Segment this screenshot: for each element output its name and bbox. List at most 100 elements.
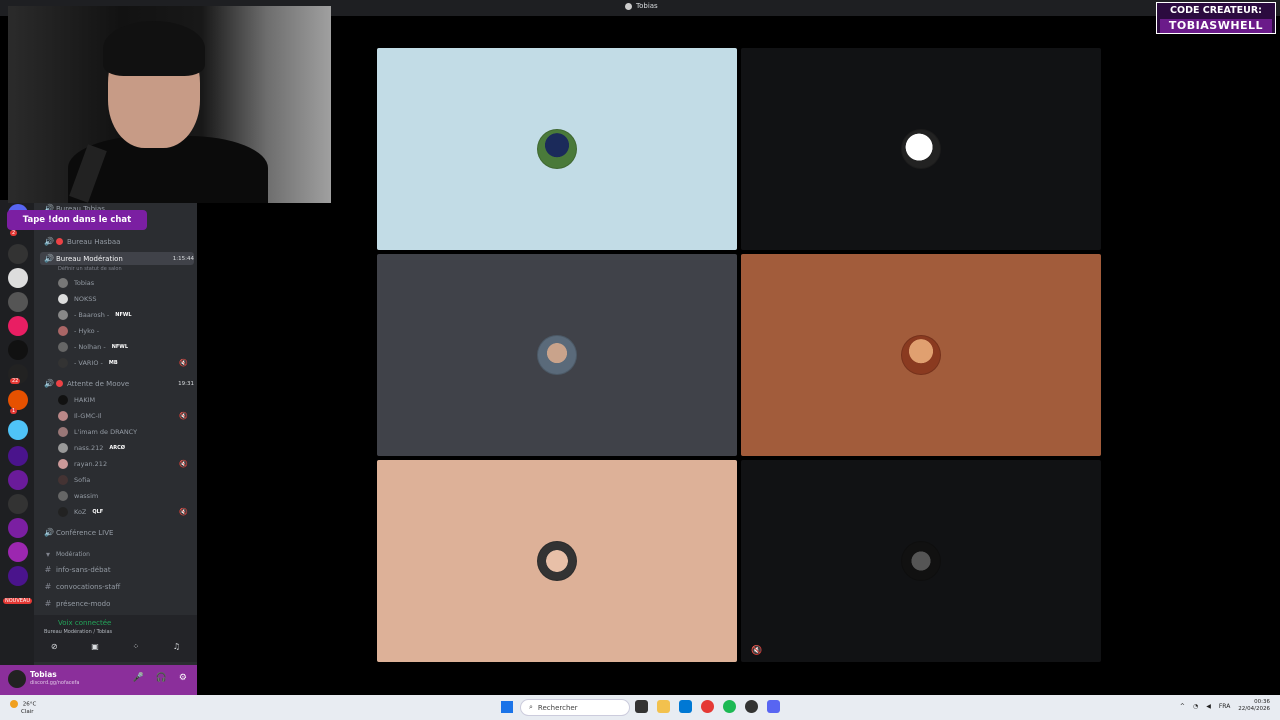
participant-tile[interactable] [377, 48, 737, 250]
muted-icon: 🔇 [751, 646, 763, 656]
server-badge: 2 [10, 230, 18, 236]
voice-user[interactable]: L'imam de DRANCY [58, 426, 188, 438]
server-icon[interactable] [8, 566, 28, 586]
voice-channel-bureau-moderation[interactable]: 🔊 Bureau Modération 1:15:44 [40, 252, 194, 265]
weather-temp: 26°C [22, 701, 37, 708]
start-button[interactable] [501, 701, 513, 713]
taskbar-search[interactable]: ⌕ Rechercher [520, 699, 630, 716]
muted-icon: 🔇 [179, 359, 188, 367]
voice-user[interactable]: rayan.212 🔇 [58, 458, 188, 470]
participant-tile[interactable] [741, 48, 1101, 250]
user-name: Tobias [74, 279, 95, 287]
obs-icon[interactable] [745, 700, 758, 713]
server-icon[interactable] [8, 494, 28, 514]
file-explorer-icon[interactable] [657, 700, 670, 713]
creator-code-line1: CODE CREATEUR: [1170, 5, 1262, 16]
spotify-icon[interactable] [723, 700, 736, 713]
voice-user[interactable]: - VARIO - MB 🔇 [58, 357, 188, 369]
server-icon[interactable] [8, 518, 28, 538]
user-name: - Baarosh - [74, 311, 110, 319]
clock[interactable]: 00:36 22/04/2026 [1238, 699, 1270, 713]
voice-user[interactable]: - Hyko - [58, 325, 188, 337]
user-tag: ARCØ [109, 445, 125, 451]
server-icon[interactable] [8, 292, 28, 312]
voice-user[interactable]: nass.212 ARCØ [58, 442, 188, 454]
participant-tile[interactable] [377, 254, 737, 456]
hash-icon: # [44, 582, 52, 591]
voice-user[interactable]: - Nolhan - NFWL [58, 341, 188, 353]
server-icon[interactable] [8, 340, 28, 360]
shield-icon: ▾ [45, 550, 50, 559]
headphones-icon[interactable]: 🎧 [156, 673, 167, 683]
channel-label: présence-modo [56, 599, 111, 608]
channel-label: Bureau Modération [56, 254, 123, 263]
voice-user[interactable]: Sofia [58, 474, 188, 486]
volume-icon[interactable]: ◀ [1206, 703, 1211, 710]
user-name: - Hyko - [74, 327, 100, 335]
server-icon[interactable] [8, 446, 28, 466]
channel-status-hint[interactable]: Définir un statut de salon [58, 266, 122, 272]
server-icon[interactable] [8, 244, 28, 264]
settings-gear-icon[interactable]: ⚙ [179, 673, 187, 683]
chevron-up-icon[interactable]: ^ [1180, 703, 1185, 710]
voice-status[interactable]: Voix connectée [58, 619, 111, 627]
creator-code-line2: TOBIASWHELL [1160, 19, 1272, 33]
category-moderation[interactable]: ▾ Modération [44, 548, 194, 561]
text-channel-info[interactable]: # info-sans-débat [44, 563, 194, 576]
chrome-icon[interactable] [701, 700, 714, 713]
server-icon[interactable] [8, 316, 28, 336]
language-indicator[interactable]: FRA [1219, 703, 1230, 710]
participant-tile[interactable] [377, 460, 737, 662]
participant-tile[interactable] [741, 254, 1101, 456]
sun-icon [10, 700, 18, 708]
server-icon[interactable] [8, 268, 28, 288]
participant-tile[interactable]: 🔇 [741, 460, 1101, 662]
text-channel-presence[interactable]: # présence-modo [44, 597, 194, 610]
store-icon[interactable] [679, 700, 692, 713]
weather-widget[interactable]: 26°C Clair [10, 700, 36, 716]
voice-channel-bureau-hasbaa[interactable]: 🔊 Bureau Hasbaa [44, 235, 194, 248]
microphone-icon[interactable]: 🎤 [132, 673, 143, 683]
user-name: wassim [74, 492, 99, 500]
avatar [901, 541, 941, 581]
activities-icon[interactable]: ⁘ [133, 642, 140, 651]
task-view-icon[interactable] [635, 700, 648, 713]
avatar [537, 335, 577, 375]
camera-off-icon[interactable]: ⊘ [51, 642, 58, 651]
channel-timer: 19:31 [178, 380, 194, 387]
screen-share-icon[interactable]: ▣ [91, 642, 99, 651]
category-label: Modération [56, 551, 90, 558]
server-badge-new: NOUVEAU [3, 598, 32, 604]
wifi-icon[interactable]: ◔ [1193, 703, 1198, 710]
avatar [58, 342, 68, 352]
voice-location[interactable]: Bureau Modération / Tobias [44, 629, 112, 635]
webcam-overlay [8, 6, 331, 203]
discord-icon[interactable] [767, 700, 780, 713]
soundboard-icon[interactable]: ♫ [173, 642, 180, 651]
server-icon[interactable] [8, 420, 28, 440]
text-channel-convocations[interactable]: # convocations-staff [44, 580, 194, 593]
voice-user[interactable]: Il-GMC-Il 🔇 [58, 410, 188, 422]
user-tag: MB [108, 360, 118, 366]
avatar[interactable] [8, 670, 26, 688]
user-tag: NFWL [111, 344, 129, 350]
voice-user[interactable]: - Baarosh - NFWL [58, 309, 188, 321]
speaker-icon: 🔊 [44, 254, 54, 263]
server-icon[interactable] [8, 542, 28, 562]
system-tray: ^ ◔ ◀ FRA 00:36 22/04/2026 [1180, 699, 1270, 713]
window-title: Tobias [625, 2, 658, 10]
voice-user[interactable]: NOKSS [58, 293, 188, 305]
channel-label: convocations-staff [56, 582, 121, 591]
voice-user[interactable]: HAKIM [58, 394, 188, 406]
voice-user[interactable]: KoZ QLF 🔇 [58, 506, 188, 518]
voice-user[interactable]: wassim [58, 490, 188, 502]
server-icon[interactable] [8, 390, 28, 410]
speaker-icon: 🔊 [44, 528, 54, 537]
voice-channel-attente-de-moove[interactable]: 🔊 Attente de Moove 19:31 [44, 377, 194, 390]
voice-channel-conference-live[interactable]: 🔊 Conférence LIVE [44, 526, 194, 539]
avatar [58, 475, 68, 485]
creator-code-overlay: CODE CREATEUR: TOBIASWHELL [1156, 2, 1276, 34]
server-icon[interactable] [8, 470, 28, 490]
user-controls: 🎤 🎧 ⚙ [132, 673, 187, 683]
voice-user[interactable]: Tobias [58, 277, 188, 289]
